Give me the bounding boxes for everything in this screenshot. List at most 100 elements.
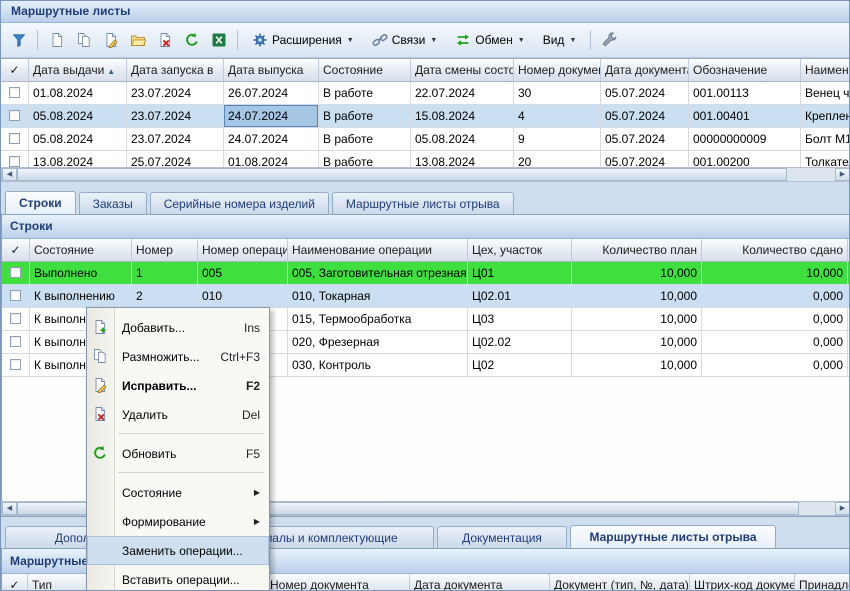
table-cell[interactable]: Выполнено — [30, 262, 132, 285]
table-cell[interactable]: Ц03 — [468, 308, 572, 331]
refresh-button[interactable] — [179, 28, 204, 52]
tab-documentation[interactable]: Документация — [437, 526, 567, 548]
column-header[interactable]: Дата выдачи▲ — [29, 59, 127, 82]
column-header[interactable]: Обозначение — [689, 59, 801, 82]
row-checkbox[interactable] — [10, 313, 21, 324]
scroll-right-arrow[interactable] — [835, 168, 850, 181]
row-checkbox[interactable] — [9, 133, 20, 144]
menu-generation[interactable]: Формирование▶ — [87, 507, 269, 536]
scroll-left-arrow[interactable] — [2, 168, 17, 181]
table-row[interactable]: К выполнению2010010, ТокарнаяЦ02.0110,00… — [2, 285, 850, 308]
column-header[interactable]: Количество план — [572, 239, 702, 262]
table-cell[interactable]: 0,000 — [702, 308, 848, 331]
table-cell[interactable]: 020, Фрезерная — [288, 331, 468, 354]
table-cell[interactable]: Толкатель — [801, 151, 850, 167]
row-checkbox[interactable] — [9, 110, 20, 121]
column-header[interactable]: Наименование — [801, 59, 850, 82]
table-cell[interactable]: 24.07.2024 — [224, 128, 319, 151]
checkbox-cell[interactable] — [2, 285, 30, 308]
table-cell[interactable]: 0,000 — [702, 354, 848, 377]
table-cell[interactable]: 13.08.2024 — [29, 151, 127, 167]
table-cell[interactable]: 0,000 — [702, 331, 848, 354]
table-cell[interactable]: 1 — [132, 262, 198, 285]
column-header[interactable]: Номер документа — [514, 59, 601, 82]
row-checkbox[interactable] — [9, 156, 20, 167]
table-cell[interactable]: 22.07.2024 — [411, 82, 514, 105]
links-dropdown[interactable]: Связи▼ — [364, 28, 446, 52]
scrollbar-track[interactable] — [787, 168, 835, 181]
column-header[interactable]: Номер операции — [198, 239, 288, 262]
menu-delete[interactable]: УдалитьDel — [87, 400, 269, 429]
table-cell[interactable]: 01.08.2024 — [29, 82, 127, 105]
table-cell[interactable]: К выполнению — [30, 285, 132, 308]
table-cell[interactable]: 05.07.2024 — [601, 82, 689, 105]
table-cell[interactable]: 005, Заготовительная отрезная — [288, 262, 468, 285]
table-cell[interactable]: 001.00113 — [689, 82, 801, 105]
add-button[interactable] — [44, 28, 69, 52]
column-header[interactable]: Дата смены состояния — [411, 59, 514, 82]
row-checkbox[interactable] — [10, 359, 21, 370]
table-cell[interactable]: 25.07.2024 — [127, 151, 224, 167]
table-cell[interactable]: В работе — [319, 128, 411, 151]
tab-tearoff-sheets[interactable]: Маршрутные листы отрыва — [332, 192, 514, 214]
menu-insert-operations[interactable]: Вставить операции... — [87, 565, 269, 591]
table-cell[interactable]: 23.07.2024 — [127, 128, 224, 151]
tab-tearoff-sheets-bottom[interactable]: Маршрутные листы отрыва — [570, 525, 776, 548]
table-row[interactable]: 01.08.202423.07.202426.07.2024В работе22… — [1, 82, 850, 105]
table-cell[interactable]: 10,000 — [572, 354, 702, 377]
table-cell[interactable]: В работе — [319, 151, 411, 167]
table-cell[interactable]: 23.07.2024 — [127, 105, 224, 128]
menu-state[interactable]: Состояние▶ — [87, 478, 269, 507]
column-header[interactable]: Номер документа — [266, 574, 410, 591]
row-checkbox[interactable] — [10, 267, 21, 278]
add-copy-button[interactable] — [71, 28, 96, 52]
table-cell[interactable]: В работе — [319, 105, 411, 128]
table-cell[interactable]: 2 — [132, 285, 198, 308]
menu-replace-operations[interactable]: Заменить операции... — [87, 536, 269, 565]
table-cell[interactable]: 10,000 — [572, 285, 702, 308]
table-cell[interactable]: 05.07.2024 — [601, 128, 689, 151]
column-header[interactable]: Состояние — [30, 239, 132, 262]
column-header[interactable]: Штрих-код документа — [690, 574, 795, 591]
scroll-right-arrow[interactable] — [835, 502, 850, 515]
scroll-left-arrow[interactable] — [2, 502, 17, 515]
table-cell[interactable]: 00000000009 — [689, 128, 801, 151]
column-header[interactable]: Принадлежность — [795, 574, 850, 591]
table-cell[interactable]: 05.08.2024 — [29, 128, 127, 151]
table-cell[interactable]: Ц02.01 — [468, 285, 572, 308]
table-cell[interactable]: 10,000 — [572, 331, 702, 354]
table-cell[interactable]: 010, Токарная — [288, 285, 468, 308]
table-cell[interactable]: 010 — [198, 285, 288, 308]
menu-refresh[interactable]: ОбновитьF5 — [87, 439, 269, 468]
column-header[interactable]: Номер — [132, 239, 198, 262]
column-header[interactable]: ✓ — [2, 574, 28, 591]
table-cell[interactable]: 015, Термообработка — [288, 308, 468, 331]
table-cell[interactable]: 05.07.2024 — [601, 105, 689, 128]
delete-button[interactable] — [152, 28, 177, 52]
extensions-dropdown[interactable]: Расширения▼ — [244, 28, 362, 52]
table-cell[interactable]: 24.07.2024 — [224, 105, 319, 128]
column-header[interactable]: Дата запуска в — [127, 59, 224, 82]
column-header[interactable]: Состояние — [319, 59, 411, 82]
customize-button[interactable] — [597, 28, 622, 52]
column-header[interactable]: Документ (тип, №, дата) — [550, 574, 690, 591]
table-cell[interactable]: 9 — [514, 128, 601, 151]
column-header[interactable]: Дата документа — [601, 59, 689, 82]
edit-button[interactable] — [98, 28, 123, 52]
table-row[interactable]: 13.08.202425.07.202401.08.2024В работе13… — [1, 151, 850, 167]
checkbox-cell[interactable] — [2, 308, 30, 331]
column-header[interactable]: Дата документа — [410, 574, 550, 591]
table-cell[interactable]: 05.08.2024 — [29, 105, 127, 128]
table-cell[interactable]: Ц02.02 — [468, 331, 572, 354]
table-cell[interactable]: Крепление — [801, 105, 850, 128]
open-folder-button[interactable] — [125, 28, 150, 52]
column-header[interactable]: Наименование операции — [288, 239, 468, 262]
view-dropdown[interactable]: Вид▼ — [535, 29, 585, 51]
table-cell[interactable]: 30 — [514, 82, 601, 105]
checkbox-cell[interactable] — [1, 82, 29, 105]
table-cell[interactable]: В работе — [319, 82, 411, 105]
table-cell[interactable]: 10,000 — [572, 262, 702, 285]
row-checkbox[interactable] — [10, 290, 21, 301]
column-header[interactable]: Цех, участок — [468, 239, 572, 262]
scrollbar-track[interactable] — [799, 502, 835, 515]
